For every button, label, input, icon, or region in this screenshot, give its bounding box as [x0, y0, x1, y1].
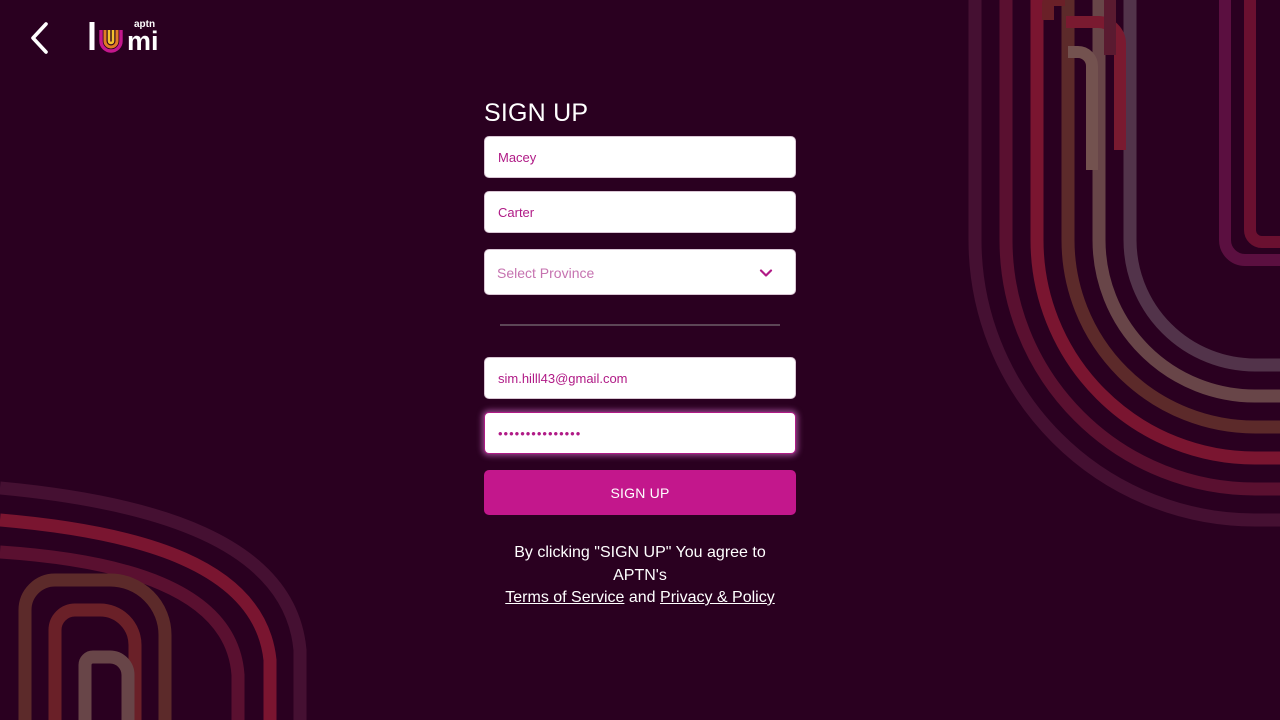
email-field[interactable] [484, 357, 796, 399]
logo-word-text: mi [127, 26, 159, 56]
decorative-stripes-top-right [968, 0, 1280, 527]
privacy-policy-link[interactable]: Privacy & Policy [660, 589, 775, 606]
password-field[interactable] [484, 412, 796, 454]
signup-page: aptn mi SIGN UP Select Province SIGN UP [0, 0, 1280, 720]
aptn-lumi-logo[interactable]: aptn mi [88, 16, 180, 56]
terms-of-service-link[interactable]: Terms of Service [505, 589, 624, 606]
signup-button[interactable]: SIGN UP [484, 470, 796, 515]
agreement-links-line: Terms of Service and Privacy & Policy [484, 587, 796, 610]
page-title: SIGN UP [484, 99, 589, 127]
chevron-down-icon [759, 269, 773, 277]
back-button[interactable] [24, 18, 56, 58]
province-select-value: Select Province [497, 265, 595, 281]
agreement-line-1: By clicking "SIGN UP" You agree to [514, 544, 766, 561]
form-divider [500, 324, 780, 326]
first-name-field[interactable] [484, 136, 796, 178]
decorative-stripes-bottom-left [0, 481, 307, 720]
agreement-line-2: APTN's [613, 566, 667, 584]
terms-agreement: By clicking "SIGN UP" You agree to APTN'… [484, 542, 796, 610]
last-name-field[interactable] [484, 191, 796, 233]
agreement-and-text: and [628, 589, 656, 606]
chevron-left-icon [31, 22, 48, 54]
province-select[interactable]: Select Province [484, 249, 796, 295]
